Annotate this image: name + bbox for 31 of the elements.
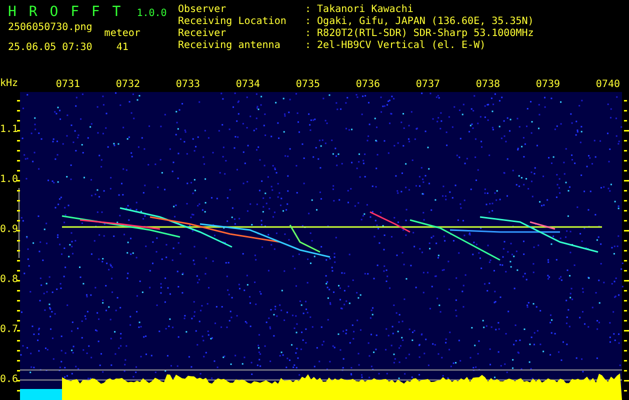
info-value: : R820T2(RTL-SDR) SDR-Sharp 53.1000MHz [305, 28, 534, 40]
file-name: 2506050730.png [8, 22, 92, 34]
time-axis-label: 0733 [176, 79, 200, 91]
app-title: H R O F F T [8, 4, 123, 20]
info-label: Observer [178, 4, 228, 16]
frequency-axis-label: 1.0 [0, 174, 18, 186]
time-axis-label: 0731 [56, 79, 80, 91]
time-axis-label: 0735 [296, 79, 320, 91]
time-axis-label: 0736 [356, 79, 380, 91]
timestamp: 25.06.05 07:30 [8, 42, 92, 54]
info-value: : Ogaki, Gifu, JAPAN (136.60E, 35.35N) [305, 16, 534, 28]
info-label: Receiver [178, 28, 228, 40]
frequency-axis-label: 0.8 [0, 274, 18, 286]
time-axis-label: 0734 [236, 79, 260, 91]
time-axis-label: 0737 [416, 79, 440, 91]
frequency-axis-label: 0.9 [0, 224, 18, 236]
frequency-axis-label: 1.1 [0, 124, 18, 136]
app-version: 1.0.0 [136, 8, 167, 19]
time-axis-label: 0732 [116, 79, 140, 91]
time-axis-label: 0738 [476, 79, 500, 91]
info-label: Receiving antenna [178, 40, 282, 52]
info-value: : 2el-HB9CV Vertical (el. E-W) [305, 40, 486, 52]
meteor-label: meteor [104, 28, 140, 40]
time-axis-label: 0740 [596, 79, 620, 91]
axis-unit: kHz [0, 78, 18, 90]
time-axis-label: 0739 [536, 79, 560, 91]
info-label: Receiving Location [178, 16, 288, 28]
frequency-axis-label: 0.6 [0, 374, 18, 386]
info-value: : Takanori Kawachi [305, 4, 414, 16]
frequency-axis-label: 0.7 [0, 324, 18, 336]
meteor-count: 41 [116, 42, 128, 54]
